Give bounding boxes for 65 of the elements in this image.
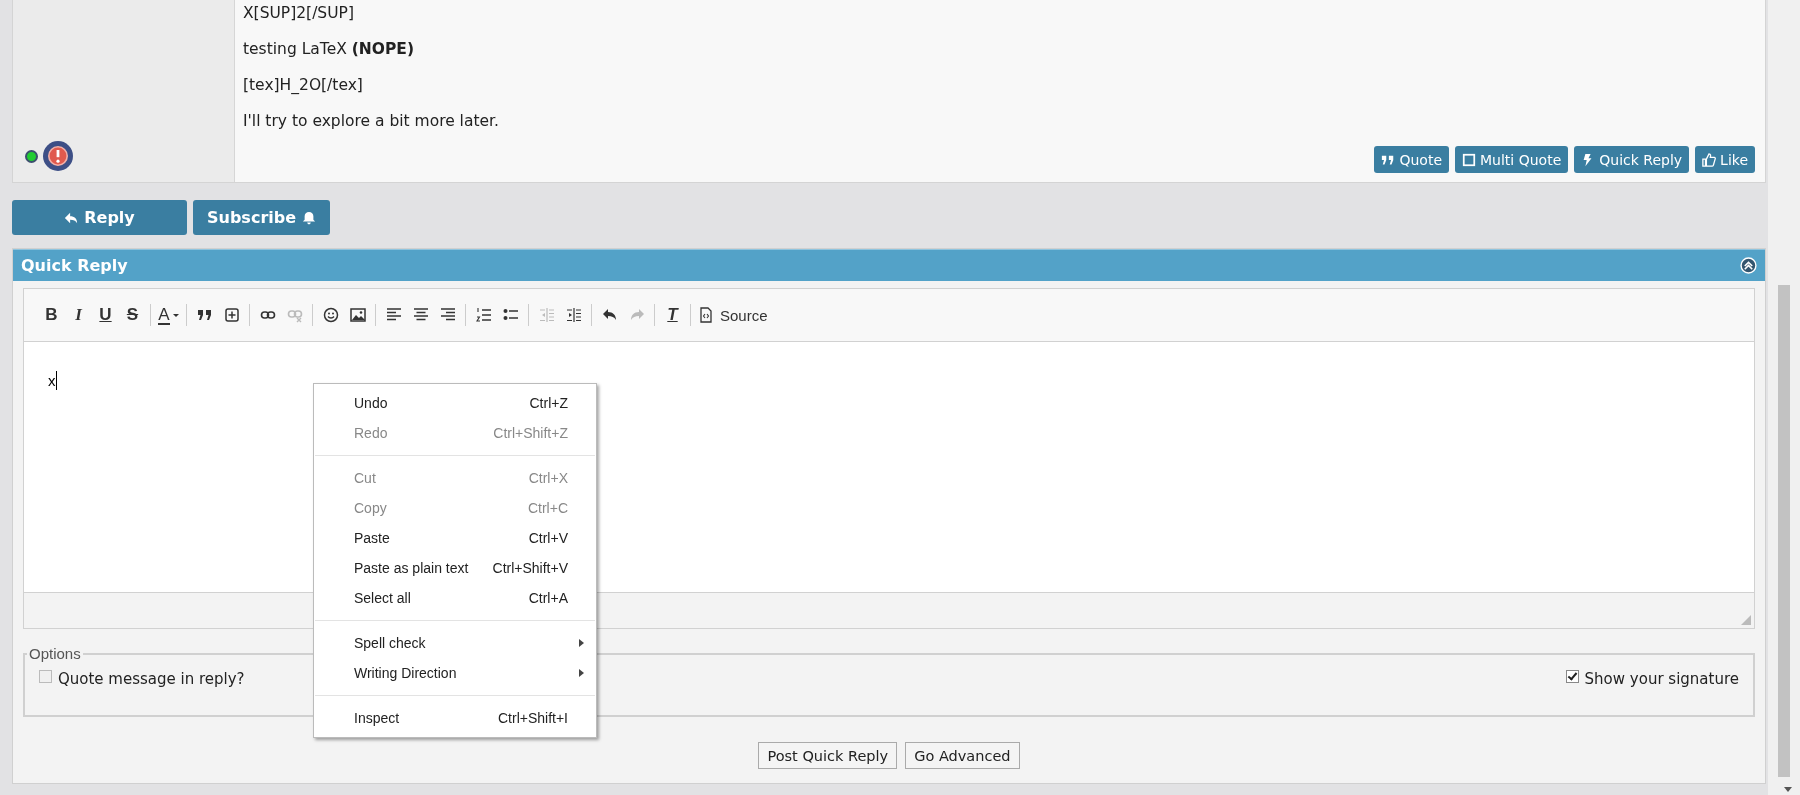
image-icon bbox=[349, 307, 366, 323]
menu-item[interactable]: Paste as plain text bbox=[354, 560, 493, 576]
menu-shortcut: Ctrl+Shift+V bbox=[492, 560, 568, 576]
align-left-icon bbox=[385, 307, 402, 323]
menu-shortcut: Ctrl+Shift+I bbox=[497, 710, 568, 726]
quote-icon bbox=[196, 307, 213, 323]
post-action-button[interactable]: Multi Quote bbox=[1455, 146, 1569, 173]
post-text: [tex]H_2O[/tex] bbox=[243, 75, 364, 96]
scrollbar-thumb[interactable] bbox=[1778, 285, 1790, 777]
post-action-button[interactable]: Quick Reply bbox=[1574, 146, 1690, 173]
menu-item[interactable]: Undo bbox=[354, 395, 530, 411]
go-advanced-button[interactable]: Go Advanced bbox=[905, 742, 1020, 769]
scrollbar[interactable] bbox=[1768, 0, 1800, 795]
indent-icon bbox=[565, 307, 582, 323]
subscribe-button[interactable]: Subscribe bbox=[193, 200, 331, 235]
align-center-icon bbox=[412, 307, 429, 323]
resize-grip-icon[interactable] bbox=[1741, 615, 1751, 625]
unlink-icon bbox=[286, 307, 303, 323]
document-code-icon bbox=[698, 307, 714, 323]
menu-shortcut: Ctrl+Shift+Z bbox=[493, 425, 568, 441]
format-button[interactable]: B bbox=[38, 303, 65, 327]
post-action-button[interactable]: Quote bbox=[1374, 146, 1450, 173]
menu-item[interactable]: Select all bbox=[354, 590, 529, 606]
menu-shortcut: Ctrl+V bbox=[528, 530, 568, 546]
option-label[interactable]: Show your signature bbox=[1584, 670, 1739, 688]
smiley-icon bbox=[322, 307, 339, 323]
clear-format-button[interactable]: T bbox=[659, 303, 686, 327]
bell-icon bbox=[302, 210, 317, 225]
thumbs-up-icon bbox=[1702, 152, 1717, 167]
bullet-list-icon bbox=[502, 307, 519, 323]
numbered-list-icon bbox=[475, 307, 492, 323]
menu-item[interactable]: Paste bbox=[354, 530, 529, 546]
menu-shortcut: Ctrl+Z bbox=[529, 395, 568, 411]
menu-item[interactable]: Spell check bbox=[354, 635, 568, 651]
checkbox[interactable] bbox=[39, 669, 52, 683]
checkbox[interactable] bbox=[1565, 669, 1579, 683]
menu-shortcut: Ctrl+X bbox=[528, 470, 568, 486]
text-cursor bbox=[55, 371, 57, 390]
menu-item[interactable]: Writing Direction bbox=[354, 665, 568, 681]
text-color-button[interactable]: A bbox=[155, 303, 182, 327]
post-text: I'll try to explore a bit more later. bbox=[243, 111, 500, 132]
align-right-icon bbox=[439, 307, 456, 323]
menu-shortcut: Ctrl+A bbox=[528, 590, 568, 606]
post-text: testing LaTeX (NOPE) bbox=[243, 39, 415, 60]
format-button[interactable]: U bbox=[92, 303, 119, 327]
options-legend: Options bbox=[27, 645, 83, 662]
reply-button[interactable]: Reply bbox=[12, 200, 187, 235]
report-icon[interactable] bbox=[42, 140, 74, 172]
post-quick-reply-button[interactable]: Post Quick Reply bbox=[758, 742, 898, 769]
format-button[interactable]: S bbox=[119, 303, 146, 327]
menu-item[interactable]: Inspect bbox=[354, 710, 498, 726]
message-text[interactable]: x bbox=[48, 372, 56, 389]
plus-box-icon bbox=[223, 307, 240, 323]
post-text: X[SUP]2[/SUP] bbox=[243, 3, 355, 24]
reply-icon bbox=[64, 210, 79, 225]
panel-title: Quick Reply bbox=[21, 256, 128, 275]
collapse-icon[interactable] bbox=[1740, 257, 1757, 274]
format-button[interactable]: I bbox=[65, 303, 92, 327]
menu-shortcut: Ctrl+C bbox=[527, 500, 568, 516]
source-button[interactable]: Source bbox=[695, 303, 771, 327]
post-action-button[interactable]: Like bbox=[1695, 146, 1755, 173]
square-icon bbox=[1462, 152, 1477, 167]
scroll-down-icon[interactable] bbox=[1784, 787, 1792, 792]
outdent-icon bbox=[538, 307, 555, 323]
option-label[interactable]: Quote message in reply? bbox=[58, 670, 245, 688]
